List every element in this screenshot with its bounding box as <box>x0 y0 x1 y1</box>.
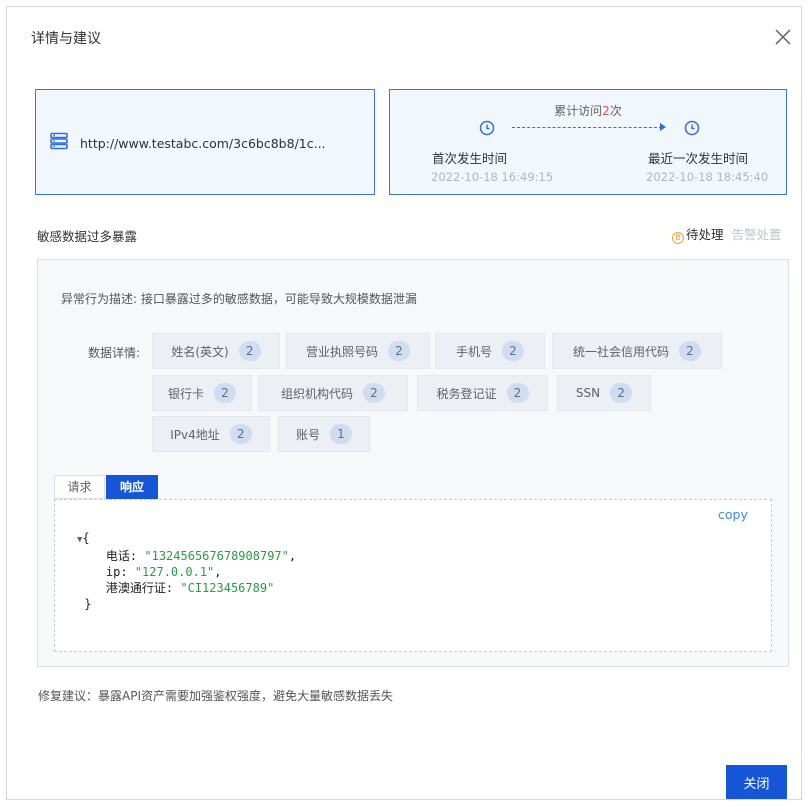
fix-advice: 修复建议：暴露API资产需要加强鉴权强度，避免大量敏感数据丢失 <box>38 689 393 703</box>
last-time-clock-icon <box>684 120 700 136</box>
data-tag: 统一社会信用代码 2 <box>552 333 722 369</box>
dialog-title: 详情与建议 <box>31 31 101 47</box>
data-tag: 组织机构代码 2 <box>258 375 408 411</box>
time-card: 累计访问2次 首次发生时间 2022-10-18 16:49:15 最近一次发生… <box>389 89 787 195</box>
response-code-box: copy ▼{ 电话: "132456567678908797", ip: "1… <box>54 499 772 652</box>
visit-count: 累计访问2次 <box>554 104 622 118</box>
first-time-value: 2022-10-18 16:49:15 <box>431 170 554 184</box>
last-time-value: 2022-10-18 18:45:40 <box>646 170 769 184</box>
tab-request[interactable]: 请求 <box>54 475 105 499</box>
close-button[interactable]: 关闭 <box>726 765 787 799</box>
timeline-dashed-line <box>512 127 662 128</box>
json-viewer: ▼{ 电话: "132456567678908797", ip: "127.0.… <box>77 531 297 611</box>
pending-icon: B <box>672 232 684 244</box>
alert-handle-link[interactable]: 告警处置 <box>732 227 782 242</box>
first-time-label: 首次发生时间 <box>432 151 508 166</box>
first-time-clock-icon <box>479 120 495 136</box>
status-pending: 待处理 <box>686 227 724 242</box>
data-tag: 营业执照号码 2 <box>286 333 430 369</box>
server-icon <box>50 132 68 150</box>
copy-button[interactable]: copy <box>718 507 748 522</box>
data-tag: 手机号 2 <box>435 333 545 369</box>
data-tag: IPv4地址 2 <box>152 416 270 452</box>
data-tag: 账号 1 <box>278 416 370 452</box>
anomaly-description: 异常行为描述: 接口暴露过多的敏感数据，可能导致大规模数据泄漏 <box>61 292 417 306</box>
status-bar: B 待处理 告警处置 <box>672 224 782 244</box>
close-icon[interactable] <box>771 25 795 49</box>
api-url: http://www.testabc.com/3c6bc8b8/1c... <box>80 136 326 151</box>
url-card: http://www.testabc.com/3c6bc8b8/1c... <box>35 89 375 195</box>
details-dialog: 详情与建议 http://www.testabc.com/3c6bc8b8/1c… <box>6 6 802 800</box>
data-tag: 银行卡 2 <box>152 375 252 411</box>
issue-title: 敏感数据过多暴露 <box>37 229 138 244</box>
timeline-arrow-icon <box>660 123 666 131</box>
data-tag: SSN 2 <box>557 375 651 411</box>
visit-count-number: 2 <box>602 104 610 118</box>
issue-panel: 异常行为描述: 接口暴露过多的敏感数据，可能导致大规模数据泄漏 数据详情: 姓名… <box>37 259 789 667</box>
data-detail-label: 数据详情: <box>88 346 141 360</box>
data-tag: 税务登记证 2 <box>417 375 548 411</box>
tab-response[interactable]: 响应 <box>106 475 158 499</box>
data-tag: 姓名(英文) 2 <box>152 333 280 369</box>
last-time-label: 最近一次发生时间 <box>648 151 749 166</box>
